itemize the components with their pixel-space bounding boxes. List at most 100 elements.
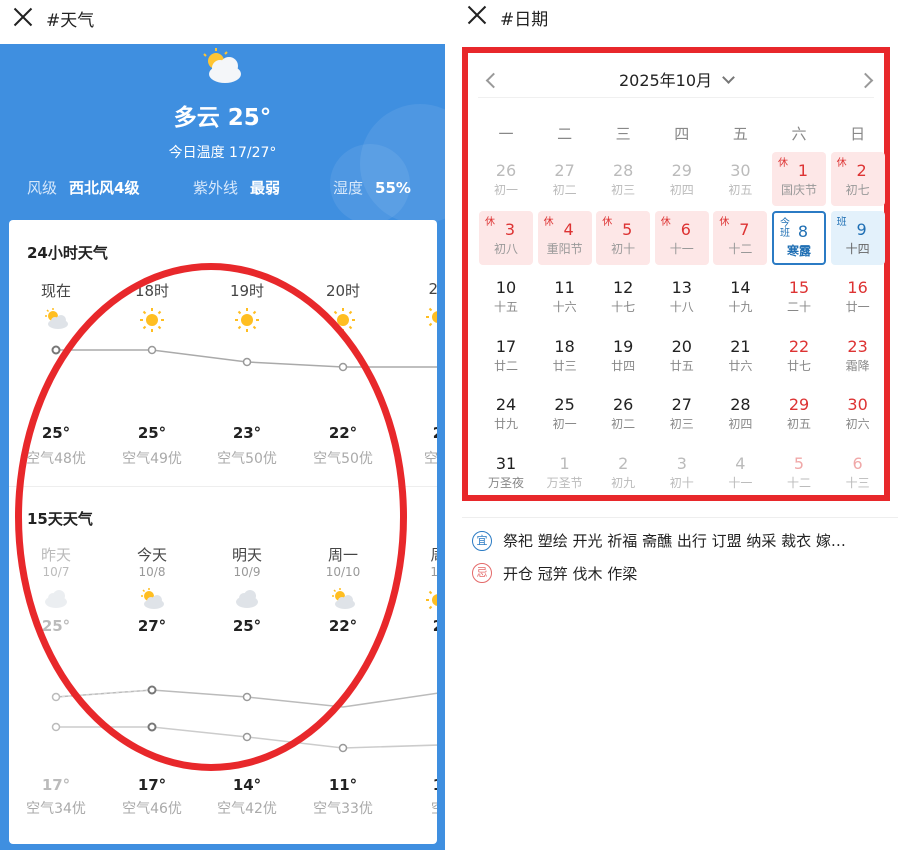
- month-selector[interactable]: 2025年10月: [468, 67, 884, 91]
- daily-title: 15天天气: [27, 510, 93, 528]
- calendar-day-cell[interactable]: 2 初九: [596, 445, 650, 499]
- weekday-label: 四: [674, 125, 690, 143]
- lunar-date: 十二: [786, 476, 811, 490]
- lunar-date: 廿五: [669, 358, 694, 373]
- lunar-date: 廿一: [845, 300, 870, 315]
- day-number: 4: [735, 454, 746, 473]
- calendar-day-cell[interactable]: 4 十一: [713, 445, 767, 499]
- lunar-date: 初一: [552, 417, 577, 432]
- calendar-day-cell[interactable]: 17 廿二: [479, 328, 533, 382]
- hourly-air: 空气: [424, 451, 437, 467]
- cloud-icon: [11, 587, 101, 613]
- day-number: 27: [554, 161, 575, 180]
- calendar-day-cell[interactable]: 21 廿六: [713, 328, 767, 382]
- hourly-item: 21: [393, 280, 437, 332]
- day-number: 6: [852, 454, 863, 473]
- lunar-date: 廿二: [493, 358, 518, 373]
- calendar-day-cell[interactable]: 20 廿五: [655, 328, 709, 382]
- uv-info: 紫外线 最弱: [193, 177, 280, 198]
- daily-item: 昨天 10/7 25°: [11, 544, 101, 635]
- calendar-day-cell[interactable]: 11 十六: [538, 269, 592, 323]
- hourly-point: [147, 345, 157, 355]
- close-weather-icon[interactable]: [12, 6, 34, 28]
- calendar-day-cell[interactable]: 18 廿三: [538, 328, 592, 382]
- day-number: 12: [613, 278, 634, 298]
- calendar-day-cell[interactable]: 30 初六: [831, 386, 885, 440]
- calendar-day-cell[interactable]: 25 初一: [538, 386, 592, 440]
- calendar-day-cell[interactable]: 30 初五: [713, 152, 767, 206]
- calendar-day-cell[interactable]: 12 十七: [596, 269, 650, 323]
- calendar-day-cell[interactable]: 15 二十: [772, 269, 826, 323]
- daily-high: 27°: [137, 617, 167, 635]
- partly-cloudy-icon: [203, 48, 241, 83]
- calendar-day-cell[interactable]: 休 3 初八: [479, 210, 533, 265]
- calendar-day-cell[interactable]: 13 十八: [655, 269, 709, 323]
- day-number: 29: [788, 395, 810, 415]
- day-number: 29: [671, 161, 692, 180]
- calendar-day-cell[interactable]: 6 十三: [831, 445, 885, 499]
- calendar-day-cell[interactable]: 26 初一: [479, 152, 533, 206]
- calendar-day-cell[interactable]: 休 1 国庆节: [772, 152, 826, 206]
- lunar-date: 十四: [845, 241, 870, 256]
- hourly-air: 空气48优: [26, 451, 86, 467]
- calendar-day-cell[interactable]: 24 廿九: [479, 386, 533, 440]
- lunar-date: 廿九: [493, 417, 518, 432]
- lunar-date: 霜降: [845, 358, 870, 373]
- wind-label: 风级: [27, 179, 58, 197]
- calendar-day-cell[interactable]: 3 初十: [655, 445, 709, 499]
- day-number: 24: [495, 395, 517, 415]
- calendar-day-cell[interactable]: 19 廿四: [596, 328, 650, 382]
- calendar-day-cell[interactable]: 休 2 初七: [830, 152, 885, 206]
- day-number: 30: [730, 161, 751, 180]
- calendar-day-cell[interactable]: 1 万圣节: [538, 445, 592, 499]
- daily-high: 22°: [328, 617, 358, 635]
- daily-low: 17°: [137, 776, 167, 794]
- daily-high: 25°: [41, 617, 71, 635]
- day-number: 27: [671, 395, 692, 415]
- day-tag: 休: [778, 158, 788, 169]
- day-number: 1: [559, 454, 570, 473]
- calendar-day-cell[interactable]: 14 十九: [713, 269, 767, 323]
- calendar-day-cell[interactable]: 26 初二: [596, 386, 650, 440]
- day-number: 23: [847, 336, 868, 356]
- lunar-date: 廿四: [611, 358, 636, 373]
- day-number: 25: [554, 395, 575, 415]
- day-tag: 休: [719, 216, 730, 228]
- daily-air: 空: [393, 798, 437, 818]
- hourly-air: 空气50优: [313, 451, 373, 467]
- daily-air: 空气33优: [313, 801, 373, 817]
- calendar-day-cell[interactable]: 16 廿一: [831, 269, 885, 323]
- calendar-day-cell[interactable]: 休 4 重阳节: [537, 210, 592, 265]
- hourly-values: 25° 空气49优: [107, 424, 197, 468]
- calendar-day-cell[interactable]: 29 初五: [772, 386, 826, 440]
- calendar-day-cell[interactable]: 31 万圣夜: [479, 445, 533, 499]
- hourly-point: [51, 345, 61, 355]
- close-date-icon[interactable]: [466, 4, 488, 26]
- daily-low-values: 1 空: [393, 776, 437, 818]
- calendar-day-cell[interactable]: 休 6 十一: [654, 210, 709, 265]
- daily-low: 1: [393, 776, 437, 794]
- calendar-day-cell[interactable]: 23 霜降: [831, 328, 885, 382]
- calendar-day-cell[interactable]: 5 十二: [772, 445, 826, 499]
- calendar-day-cell[interactable]: 28 初四: [713, 386, 767, 440]
- daily-item: 明天 10/9 25°: [202, 544, 292, 635]
- hourly-values: 25° 空气48优: [11, 424, 101, 468]
- calendar-day-cell[interactable]: 今班 8 寒露: [772, 210, 826, 265]
- hourly-temp: 23°: [232, 424, 262, 442]
- ji-badge: 忌: [472, 563, 492, 583]
- hourly-air: 空气50优: [217, 451, 277, 467]
- calendar-day-cell[interactable]: 班 9 十四: [830, 210, 885, 265]
- daily-day: 周一: [327, 546, 358, 564]
- calendar-day-cell[interactable]: 27 初三: [655, 386, 709, 440]
- lunar-date: 初二: [552, 183, 577, 197]
- calendar-day-cell[interactable]: 休 7 十二: [713, 210, 768, 265]
- calendar-divider: [462, 517, 898, 518]
- calendar-day-cell[interactable]: 10 十五: [479, 269, 533, 323]
- calendar-day-cell[interactable]: 27 初二: [538, 152, 592, 206]
- calendar-day-cell[interactable]: 22 廿七: [772, 328, 826, 382]
- day-number: 19: [613, 336, 634, 356]
- calendar-day-cell[interactable]: 休 5 初十: [596, 210, 651, 265]
- calendar-day-cell[interactable]: 29 初四: [655, 152, 709, 206]
- lunar-date: 初八: [493, 241, 518, 256]
- calendar-day-cell[interactable]: 28 初三: [596, 152, 650, 206]
